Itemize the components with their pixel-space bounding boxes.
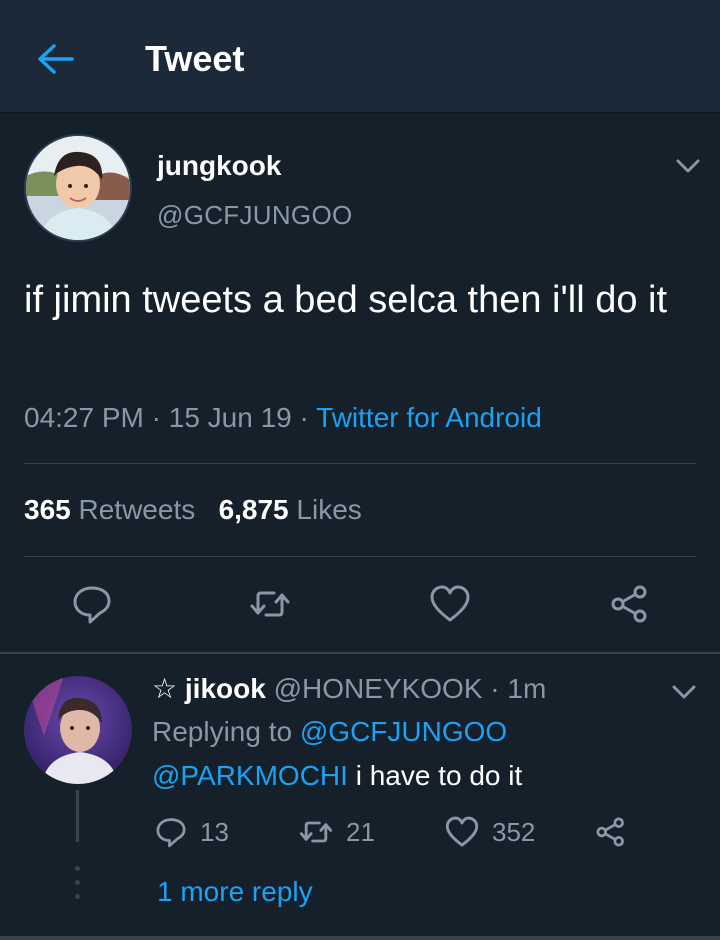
reply-icon — [156, 818, 186, 848]
author-avatar[interactable] — [24, 134, 132, 242]
replying-to-label: Replying to — [152, 716, 293, 747]
share-icon — [611, 585, 647, 623]
retweet-icon — [299, 821, 333, 843]
bottom-separator — [0, 936, 720, 940]
author-name[interactable]: jungkook — [157, 150, 281, 182]
star-icon: ☆ — [152, 673, 178, 704]
likes-count: 6,875 — [218, 494, 289, 525]
chevron-down-icon — [676, 159, 700, 173]
meta-separator: · — [291, 402, 317, 433]
tweet-stats: 365 Retweets 6,875 Likes — [24, 494, 362, 526]
likes-stat[interactable]: 6,875 Likes — [219, 494, 362, 525]
reply-button[interactable] — [70, 582, 114, 626]
thread-line — [76, 790, 79, 842]
meta-separator: · — [143, 402, 169, 433]
reply-like-button[interactable]: 352 — [444, 812, 535, 852]
tweet-text: if jimin tweets a bed selca then i'll do… — [24, 279, 668, 321]
back-arrow-icon — [38, 44, 74, 74]
retweets-count: 365 — [24, 494, 71, 525]
reply-menu-button[interactable] — [670, 682, 698, 702]
like-icon — [445, 816, 479, 847]
tweet-source-link[interactable]: Twitter for Android — [316, 402, 542, 433]
thread-dot — [75, 866, 80, 871]
thread-dot — [75, 894, 80, 899]
thread-dot — [75, 880, 80, 885]
mention-link[interactable]: @PARKMOCHI — [152, 760, 348, 791]
retweets-stat[interactable]: 365 Retweets — [24, 494, 195, 525]
tweet-date: 15 Jun 19 — [168, 402, 292, 433]
reply-text: @PARKMOCHI i have to do it — [152, 760, 522, 792]
divider — [24, 463, 696, 464]
reply-like-count: 352 — [492, 816, 536, 847]
reply-author-handle[interactable]: @HONEYKOOK · 1m — [274, 673, 547, 704]
tweet-menu-button[interactable] — [674, 156, 702, 176]
retweet-button[interactable] — [248, 582, 292, 626]
reply-author-avatar[interactable] — [24, 676, 132, 784]
reply-icon — [73, 586, 111, 624]
reply-retweet-count: 21 — [346, 816, 375, 847]
thread-separator — [0, 652, 720, 654]
reply-reply-button[interactable]: 13 — [154, 812, 229, 852]
replying-to-line: Replying to @GCFJUNGOO — [152, 716, 507, 748]
retweet-icon — [250, 591, 290, 617]
top-bar: Tweet — [0, 0, 720, 113]
author-handle[interactable]: @GCFJUNGOO — [157, 200, 353, 231]
reply-author-name-text: jikook — [184, 673, 266, 704]
likes-label: Likes — [296, 494, 362, 525]
tweet-time: 04:27 PM — [24, 402, 144, 433]
like-icon — [430, 585, 470, 622]
share-icon — [596, 817, 624, 847]
reply-reply-count: 13 — [200, 816, 229, 847]
reply-share-button[interactable] — [594, 812, 640, 852]
divider — [24, 556, 696, 557]
replying-to-link[interactable]: @GCFJUNGOO — [300, 716, 507, 747]
tweet-meta: 04:27 PM · 15 Jun 19 · Twitter for Andro… — [24, 402, 542, 434]
reply-retweet-button[interactable]: 21 — [298, 812, 375, 852]
share-button[interactable] — [608, 582, 652, 626]
reply-body: i have to do it — [355, 760, 523, 791]
retweets-label: Retweets — [78, 494, 196, 525]
show-more-replies-link[interactable]: 1 more reply — [157, 876, 313, 908]
page-title: Tweet — [145, 38, 245, 79]
back-button[interactable] — [32, 36, 80, 84]
chevron-down-icon — [672, 685, 696, 699]
reply-header: ☆ jikook @HONEYKOOK · 1m — [152, 672, 546, 705]
reply-author-name[interactable]: ☆ jikook — [152, 673, 266, 704]
like-button[interactable] — [428, 582, 472, 626]
